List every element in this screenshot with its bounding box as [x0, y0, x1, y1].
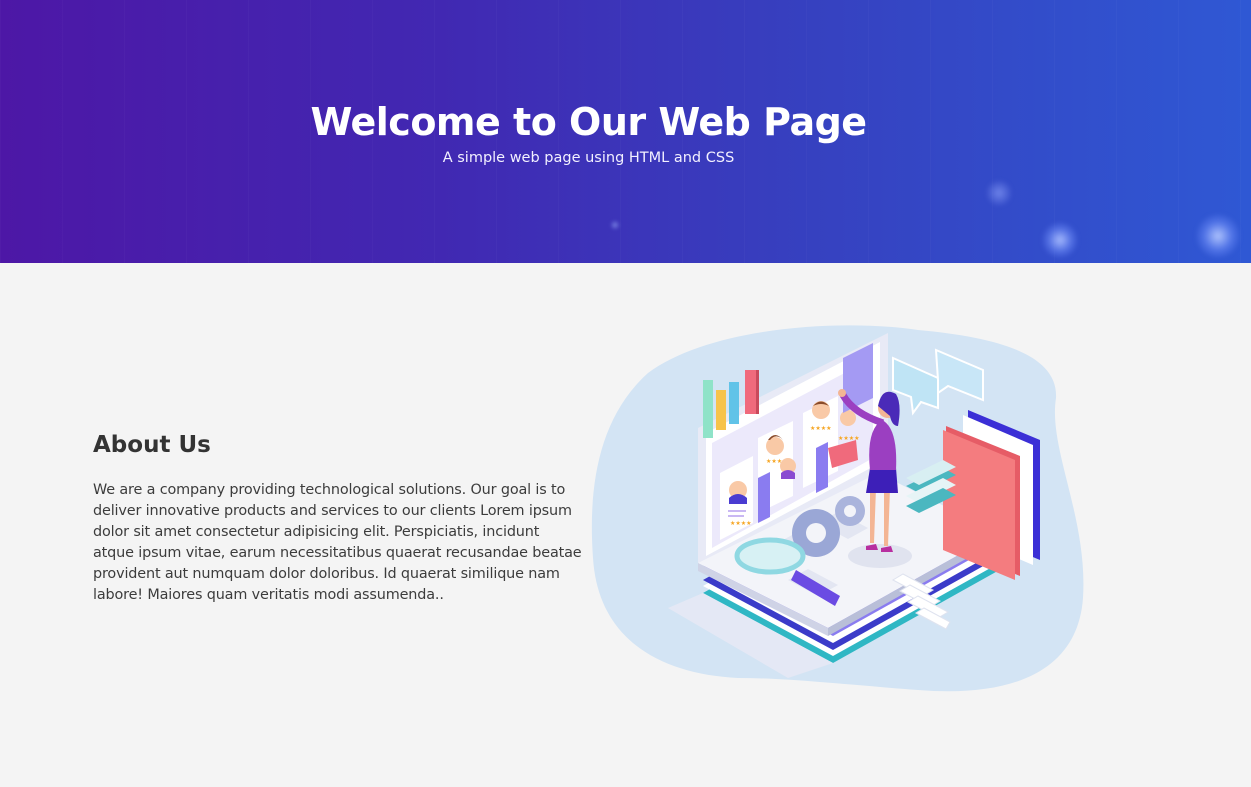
- team-recruitment-illustration: ★★★★ ★★★ ★★★★ ★★★★: [591, 325, 1084, 692]
- svg-text:★★★: ★★★: [766, 458, 782, 465]
- about-heading: About Us: [93, 432, 211, 458]
- hero-title: Welcome to Our Web Page: [310, 100, 867, 144]
- svg-text:★★★★: ★★★★: [838, 435, 860, 442]
- hero-glow-light: [1042, 222, 1078, 258]
- svg-text:★★★★: ★★★★: [730, 520, 752, 527]
- hero-glow-light: [986, 180, 1012, 206]
- hero-banner: Welcome to Our Web Page A simple web pag…: [0, 0, 1251, 263]
- hero-glow-light: [612, 222, 618, 228]
- hero-glow-light: [1196, 214, 1240, 258]
- hero-subtitle: A simple web page using HTML and CSS: [442, 150, 735, 166]
- about-paragraph: We are a company providing technological…: [93, 482, 582, 603]
- svg-text:★★★★: ★★★★: [810, 425, 832, 432]
